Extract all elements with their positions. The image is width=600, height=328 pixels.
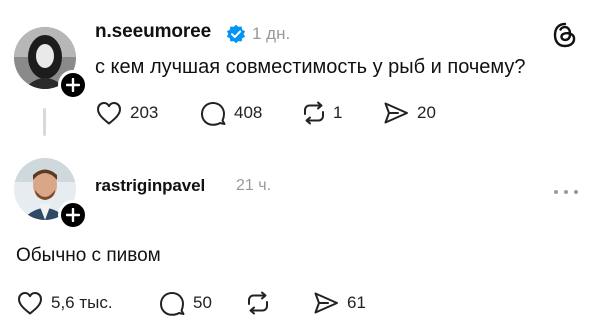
reply-reply-button[interactable]: 50 — [158, 290, 212, 316]
reply-text: Обычно с пивом — [16, 245, 161, 266]
reply-share-count: 61 — [347, 293, 366, 312]
post-share-count: 20 — [417, 103, 436, 122]
post-reply-button[interactable]: 408 — [199, 100, 262, 126]
post-repost-button[interactable]: 1 — [299, 100, 342, 126]
post-reply-count: 408 — [234, 103, 263, 122]
reply-like-count: 5,6 тыс. — [51, 293, 113, 312]
heart-icon — [18, 292, 42, 315]
reply-timestamp: 21 ч. — [236, 177, 272, 194]
post-username[interactable]: n.seeumoree — [95, 21, 211, 43]
reply-repost-button[interactable] — [243, 290, 273, 316]
threads-logo-icon[interactable] — [552, 22, 578, 48]
send-icon — [314, 292, 338, 314]
reply-like-button[interactable]: 5,6 тыс. — [16, 290, 113, 316]
post-like-button[interactable]: 203 — [95, 100, 158, 126]
thread-connector-line — [43, 108, 46, 136]
post-timestamp: 1 дн. — [252, 24, 291, 43]
reply-share-button[interactable]: 61 — [312, 290, 366, 316]
reply-username[interactable]: rastriginpavel — [95, 176, 205, 196]
comment-icon — [160, 292, 185, 316]
post-like-count: 203 — [130, 103, 159, 122]
reply-reply-count: 50 — [193, 293, 212, 312]
send-icon — [384, 102, 408, 124]
comment-icon — [201, 102, 226, 126]
repost-icon — [248, 291, 268, 315]
repost-icon — [304, 101, 324, 125]
verified-badge-icon — [226, 24, 246, 44]
post-repost-count: 1 — [333, 103, 343, 122]
post-share-button[interactable]: 20 — [382, 100, 436, 126]
follow-plus-icon[interactable] — [58, 200, 88, 230]
follow-plus-icon[interactable] — [58, 70, 88, 100]
more-dots-icon[interactable] — [553, 188, 579, 196]
heart-icon — [97, 102, 121, 125]
post-text: с кем лучшая совместимость у рыб и почем… — [95, 56, 526, 78]
